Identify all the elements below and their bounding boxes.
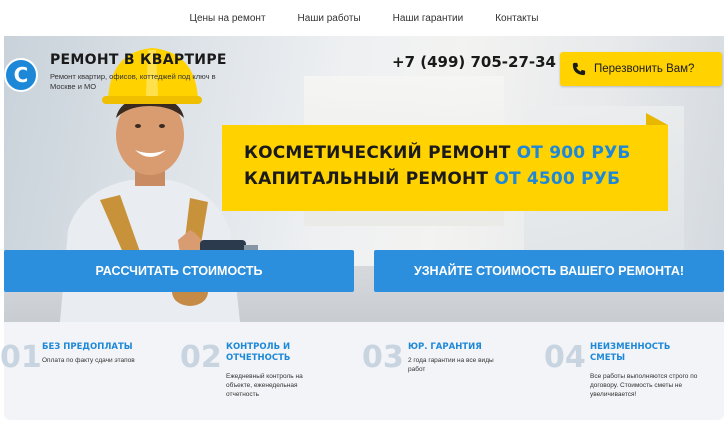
- logo-badge[interactable]: С: [4, 58, 38, 92]
- feature-title: НЕИЗМЕННОСТЬ СМЕТЫ: [590, 342, 671, 363]
- banner-line-capital: КАПИТАЛЬНЫЙ РЕМОНТ ОТ 4500 РУБ: [244, 169, 620, 189]
- feature-number: 03: [362, 340, 404, 375]
- phone-number[interactable]: +7 (499) 705-27-34: [392, 53, 556, 71]
- phone-icon: [572, 62, 586, 76]
- nav-link-contacts[interactable]: Контакты: [495, 13, 538, 24]
- feature-title: КОНТРОЛЬ И ОТЧЕТНОСТЬ: [226, 342, 291, 363]
- top-navigation: Цены на ремонт Наши работы Наши гарантии…: [0, 0, 728, 36]
- banner-cosmetic-price: ОТ 900 РУБ: [516, 143, 631, 163]
- banner-cosmetic-text: КОСМЕТИЧЕСКИЙ РЕМОНТ: [244, 143, 517, 163]
- landing-page: Цены на ремонт Наши работы Наши гарантии…: [0, 0, 728, 427]
- feature-description: Оплата по факту сдачи этапов: [42, 357, 135, 364]
- feature-title: ЮР. ГАРАНТИЯ: [408, 342, 482, 352]
- nav-link-guarantees[interactable]: Наши гарантии: [393, 13, 464, 24]
- feature-number: 04: [544, 340, 586, 375]
- callback-button[interactable]: Перезвонить Вам?: [560, 52, 722, 86]
- banner-capital-text: КАПИТАЛЬНЫЙ РЕМОНТ: [244, 169, 495, 189]
- logo-subtitle: Ремонт квартир, офисов, коттеджей под кл…: [50, 72, 216, 91]
- callback-label: Перезвонить Вам?: [594, 63, 695, 75]
- learn-cost-button[interactable]: УЗНАЙТЕ СТОИМОСТЬ ВАШЕГО РЕМОНТА!: [374, 250, 724, 292]
- feature-description: Ежедневный контроль на объекте, еженедел…: [226, 373, 303, 398]
- nav-link-works[interactable]: Наши работы: [298, 13, 361, 24]
- feature-description: Все работы выполняются строго по договор…: [590, 373, 698, 398]
- feature-number: 01: [0, 340, 42, 375]
- banner-line-cosmetic: КОСМЕТИЧЕСКИЙ РЕМОНТ ОТ 900 РУБ: [244, 143, 631, 163]
- feature-description: 2 года гарантии на все виды работ: [408, 357, 494, 373]
- feature-title: БЕЗ ПРЕДОПЛАТЫ: [42, 342, 133, 352]
- logo-letter: С: [13, 63, 29, 87]
- feature-number: 02: [180, 340, 222, 375]
- calculate-cost-button[interactable]: РАССЧИТАТЬ СТОИМОСТЬ: [4, 250, 354, 292]
- promo-banner: [222, 125, 668, 211]
- banner-capital-price: ОТ 4500 РУБ: [494, 169, 621, 189]
- logo-title: РЕМОНТ В КВАРТИРЕ: [50, 52, 227, 68]
- nav-link-prices[interactable]: Цены на ремонт: [190, 13, 266, 24]
